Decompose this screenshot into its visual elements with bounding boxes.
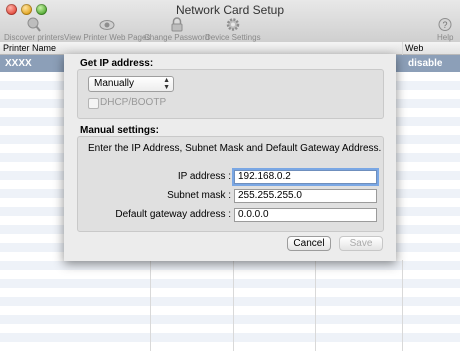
- gear-icon: [226, 18, 240, 31]
- title-bar: Network Card Setup Discover printers Vie…: [0, 0, 460, 43]
- help-icon: ?: [438, 18, 452, 31]
- help-button[interactable]: ? Help: [437, 17, 453, 42]
- dhcp-checkbox[interactable]: [88, 98, 99, 109]
- subnet-mask-label: Subnet mask :: [167, 190, 231, 201]
- discover-printers-button[interactable]: Discover printers: [4, 17, 64, 42]
- popup-arrows-icon: ▲ ▼: [163, 77, 170, 91]
- column-divider: [150, 260, 151, 351]
- column-divider: [233, 260, 234, 351]
- ip-address-field[interactable]: 192.168.0.2: [234, 170, 377, 184]
- change-password-button[interactable]: Change Password: [144, 17, 209, 42]
- dhcp-label: DHCP/BOOTP: [100, 97, 167, 108]
- lock-icon: [171, 17, 183, 32]
- eye-icon: [99, 20, 115, 30]
- ip-method-value: Manually: [94, 78, 135, 89]
- svg-text:?: ?: [443, 20, 448, 30]
- magnifier-icon: [27, 17, 41, 32]
- column-divider: [402, 260, 403, 351]
- ip-address-label: IP address :: [177, 171, 231, 182]
- view-printer-web-pages-button[interactable]: View Printer Web Pages: [64, 17, 150, 42]
- get-ip-address-title: Get IP address:: [80, 58, 154, 69]
- window-title: Network Card Setup: [175, 3, 285, 17]
- cancel-button[interactable]: Cancel: [287, 236, 331, 251]
- column-web[interactable]: Web: [405, 43, 423, 53]
- change-password-label: Change Password: [144, 33, 210, 42]
- device-settings-label: Device Settings: [205, 33, 261, 42]
- help-label: Help: [437, 33, 454, 42]
- subnet-mask-field[interactable]: 255.255.255.0: [234, 189, 377, 203]
- save-button[interactable]: Save: [339, 236, 383, 251]
- default-gateway-field[interactable]: 0.0.0.0: [234, 208, 377, 222]
- row-web-status: disable: [408, 58, 443, 69]
- device-settings-button[interactable]: Device Settings: [205, 17, 261, 42]
- row-printer-name: XXXX: [5, 58, 32, 69]
- default-gateway-label: Default gateway address :: [115, 209, 231, 220]
- ip-method-select[interactable]: Manually ▲ ▼: [88, 76, 174, 92]
- manual-settings-title: Manual settings:: [80, 125, 159, 136]
- column-divider: [315, 260, 316, 351]
- view-printer-web-pages-label: View Printer Web Pages: [64, 33, 151, 42]
- discover-printers-label: Discover printers: [4, 33, 65, 42]
- column-printer-name[interactable]: Printer Name: [3, 43, 56, 53]
- manual-settings-instructions: Enter the IP Address, Subnet Mask and De…: [88, 143, 382, 154]
